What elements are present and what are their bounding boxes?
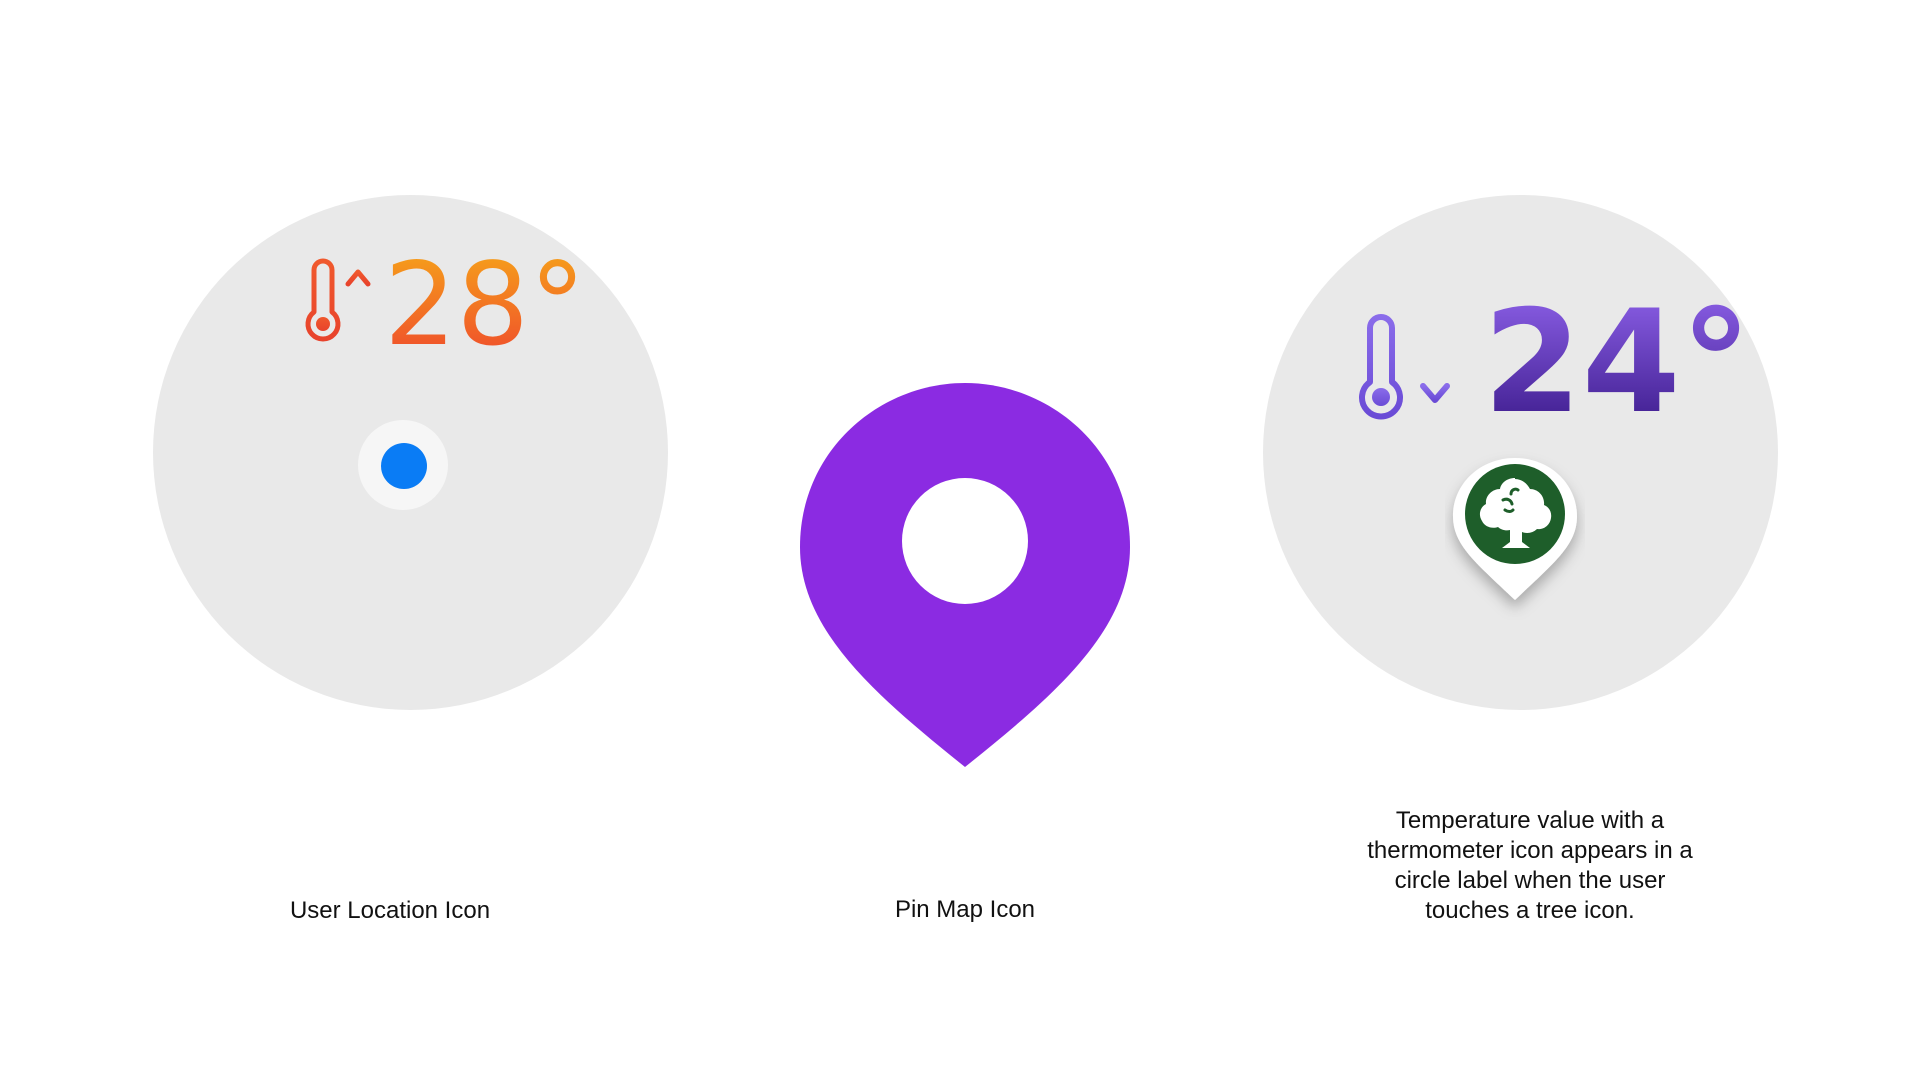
- temperature-value: 24°: [1483, 280, 1752, 445]
- thermometer-up-icon: [305, 258, 371, 342]
- arrow-down-icon: [1420, 337, 1450, 403]
- arrow-up-icon: [345, 269, 371, 327]
- caption-tree-temperature: Temperature value with a thermometer ico…: [1367, 807, 1693, 924]
- tree-marker-icon[interactable]: [1445, 450, 1585, 620]
- temperature-readout-high: 28°: [300, 238, 587, 371]
- temperature-readout-low: 24°: [1355, 292, 1752, 434]
- thermometer-icon: [305, 258, 341, 342]
- canvas: 28° User Location Icon Pin Map Icon 24° …: [0, 0, 1920, 1080]
- caption-pin-map: Pin Map Icon: [894, 896, 1036, 923]
- pin-hole: [902, 478, 1028, 604]
- caption-user-location: User Location Icon: [289, 897, 491, 924]
- temperature-value: 28°: [384, 238, 587, 371]
- user-location-dot-icon[interactable]: [381, 443, 427, 489]
- thermometer-icon: [1359, 314, 1403, 420]
- map-pin-icon[interactable]: [795, 375, 1135, 775]
- thermometer-down-icon: [1359, 314, 1450, 420]
